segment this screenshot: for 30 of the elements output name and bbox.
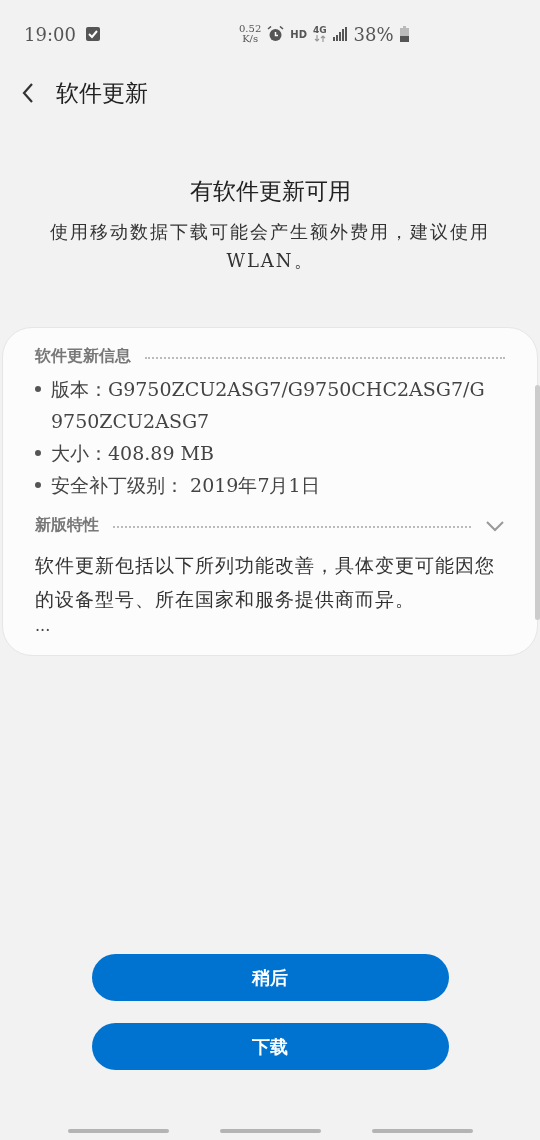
page-title: 软件更新	[56, 78, 148, 108]
action-button[interactable]: 下载	[91, 1023, 449, 1070]
hd-indicator: HD	[290, 28, 307, 40]
bullet-icon	[35, 450, 41, 456]
notice-message: 使用移动数据下载可能会产生额外费用，建议使用 WLAN。	[49, 220, 491, 273]
alarm-icon	[267, 26, 285, 42]
more-ellipsis: ...	[35, 616, 52, 635]
features-description: 软件更新包括以下所列功能改善，具体变更可能因您的设备型号、所在国家和服务提供商而异。	[35, 553, 496, 612]
info-item: 大小：408.89 MB	[51, 441, 215, 466]
network-type: 4G	[312, 26, 327, 35]
nav-handle[interactable]	[371, 1129, 473, 1133]
bullet-icon	[35, 386, 41, 392]
checkbox-icon	[85, 27, 100, 41]
notice-title: 有软件更新可用	[189, 177, 351, 206]
data-arrows-icon	[313, 35, 326, 42]
network-speed: 0.52 K/s	[239, 24, 262, 44]
nav-handle[interactable]	[219, 1129, 321, 1133]
info-item: 版本：G9750ZCU2ASG7/G9750CHC2ASG7/G9750ZCU2ASG7	[51, 377, 486, 434]
status-time: 19:00	[24, 23, 76, 45]
info-item: 安全补丁级别： 2019年7月1日	[51, 473, 321, 498]
back-icon[interactable]	[22, 83, 34, 103]
battery-percent: 38%	[353, 23, 394, 45]
signal-icon	[332, 27, 348, 41]
chevron-down-icon[interactable]	[485, 519, 505, 532]
bullet-icon	[35, 482, 41, 488]
nav-handle[interactable]	[67, 1129, 169, 1133]
section-heading: 软件更新信息	[35, 346, 131, 367]
battery-icon	[399, 26, 409, 42]
section-heading: 新版特性	[35, 515, 99, 536]
action-button[interactable]: 稍后	[91, 954, 449, 1001]
